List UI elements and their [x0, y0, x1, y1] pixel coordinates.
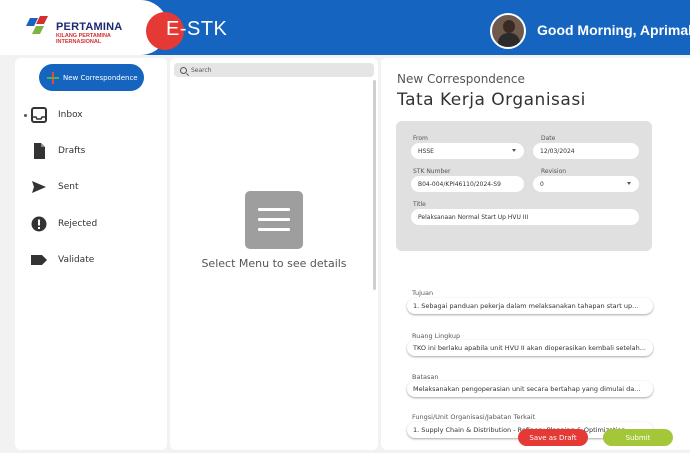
search-icon [180, 66, 187, 74]
batasan-label: Batasan [412, 373, 439, 381]
app-name: E-STK [166, 18, 228, 40]
sidebar-item-label: Rejected [58, 219, 98, 229]
from-label: From [413, 135, 428, 142]
empty-message: Select Menu to see details [201, 257, 347, 270]
list-panel: Search Select Menu to see details [170, 58, 378, 450]
date-value: 12/03/2024 [540, 147, 575, 155]
label-icon [31, 255, 47, 265]
stk-number-label: STK Number [413, 168, 451, 175]
page-kicker: New Correspondence [397, 72, 525, 86]
save-as-draft-button[interactable]: Save as Draft [518, 429, 588, 446]
sidebar-item-sent[interactable]: Sent [15, 175, 167, 199]
stk-number-field[interactable]: B04-004/KPI46110/2024-S9 [411, 176, 524, 192]
detail-panel: New Correspondence Tata Kerja Organisasi… [381, 58, 690, 450]
greeting-text: Good Morning, Aprimal [537, 22, 690, 38]
sidebar-item-validate[interactable]: Validate [15, 248, 167, 272]
ruang-lingkup-value: TKO ini berlaku apabila unit HVU II akan… [413, 344, 646, 352]
new-correspondence-label: New Correspondence [63, 73, 138, 82]
document-icon [34, 143, 45, 159]
search-placeholder: Search [191, 66, 212, 74]
top-bar: PERTAMINA KILANG PERTAMINA INTERNASIONAL… [0, 0, 690, 55]
batasan-field[interactable]: Melaksanakan pengoperasian unit secara b… [407, 381, 653, 397]
revision-select[interactable]: 0 [533, 176, 639, 192]
date-label: Date [541, 135, 556, 142]
tujuan-value: 1. Sebagai panduan pekerja dalam melaksa… [413, 302, 639, 310]
tujuan-label: Tujuan [412, 289, 434, 297]
send-icon [32, 181, 46, 193]
search-input[interactable]: Search [174, 63, 374, 77]
exclamation-icon [31, 216, 47, 232]
date-field[interactable]: 12/03/2024 [533, 143, 639, 159]
logo-subtitle-2: INTERNASIONAL [56, 39, 102, 45]
new-correspondence-button[interactable]: New Correspondence [39, 64, 144, 91]
list-placeholder-icon [245, 191, 303, 249]
inbox-icon [31, 107, 47, 123]
ruang-lingkup-field[interactable]: TKO ini berlaku apabila unit HVU II akan… [407, 340, 653, 356]
sidebar-item-drafts[interactable]: Drafts [15, 139, 167, 163]
chevron-down-icon [512, 149, 516, 152]
revision-label: Revision [541, 168, 567, 175]
sidebar-item-label: Drafts [58, 146, 86, 156]
logo-title: PERTAMINA [56, 21, 123, 33]
revision-value: 0 [540, 180, 544, 188]
submit-button[interactable]: Submit [603, 429, 673, 446]
sidebar-item-inbox[interactable]: Inbox [15, 103, 167, 127]
avatar[interactable] [490, 13, 526, 49]
fungsi-label: Fungsi/Unit Organisasi/Jabatan Terkait [412, 413, 536, 421]
sidebar-item-label: Inbox [58, 110, 83, 120]
plus-icon [47, 71, 59, 84]
chevron-down-icon [627, 182, 631, 185]
pertamina-logo-icon [26, 16, 48, 34]
stk-number-value: B04-004/KPI46110/2024-S9 [418, 180, 501, 188]
header-form: From HSSE Date 12/03/2024 STK Number B04… [396, 121, 652, 251]
from-select[interactable]: HSSE [411, 143, 524, 159]
page-title: Tata Kerja Organisasi [397, 90, 586, 110]
sidebar-item-label: Validate [58, 255, 95, 265]
title-label: Title [413, 201, 426, 208]
tujuan-field[interactable]: 1. Sebagai panduan pekerja dalam melaksa… [407, 298, 653, 314]
sidebar: New Correspondence Inbox Drafts Sent Rej… [15, 58, 167, 450]
sidebar-item-label: Sent [58, 182, 79, 192]
title-value: Pelaksanaan Normal Start Up HVU III [418, 213, 529, 221]
from-value: HSSE [418, 147, 434, 155]
active-dot [24, 113, 27, 117]
sidebar-item-rejected[interactable]: Rejected [15, 212, 167, 236]
logo-area: PERTAMINA KILANG PERTAMINA INTERNASIONAL [0, 0, 168, 55]
title-field[interactable]: Pelaksanaan Normal Start Up HVU III [411, 209, 639, 225]
batasan-value: Melaksanakan pengoperasian unit secara b… [413, 385, 641, 393]
ruang-lingkup-label: Ruang Lingkup [412, 332, 461, 340]
